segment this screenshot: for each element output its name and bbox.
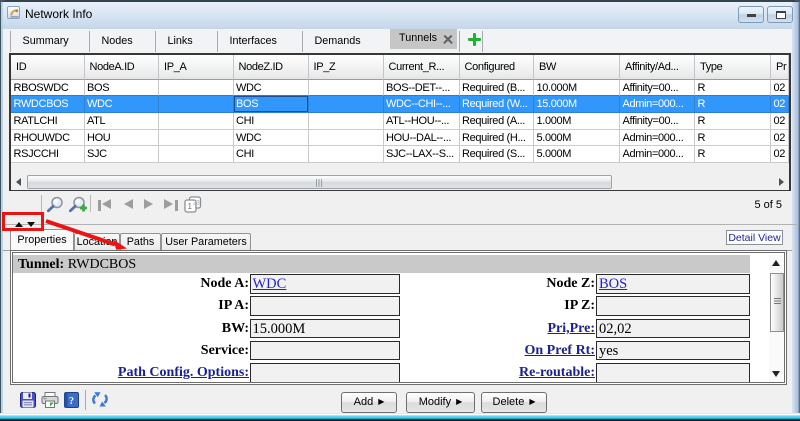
svg-text:?: ? (69, 396, 74, 407)
svg-text:23: 23 (193, 201, 200, 207)
svg-text:1: 1 (188, 202, 193, 211)
